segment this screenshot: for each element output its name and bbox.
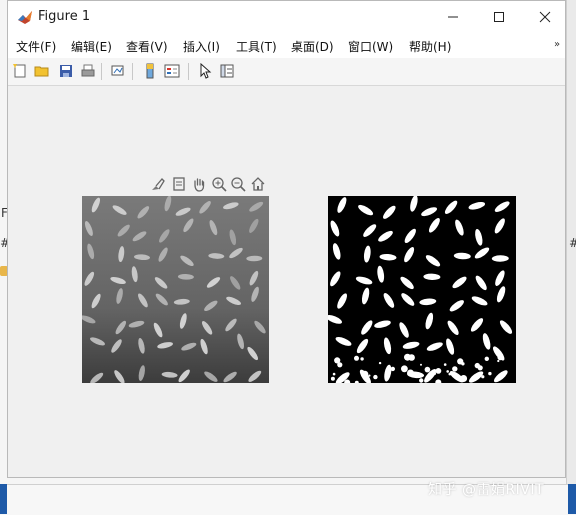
background-taskbar-edge	[568, 484, 576, 514]
data-tips-icon[interactable]	[171, 176, 187, 192]
noise-blob	[334, 357, 341, 364]
noise-blob	[461, 362, 465, 366]
menu-view[interactable]: 查看(V)	[126, 38, 168, 55]
noise-blob	[360, 357, 364, 361]
noise-blob	[497, 354, 503, 361]
maximize-button[interactable]	[476, 1, 522, 32]
minimize-button[interactable]	[430, 1, 476, 32]
menu-tools[interactable]: 工具(T)	[236, 38, 277, 55]
noise-blob	[407, 369, 414, 377]
print-icon[interactable]	[80, 63, 96, 79]
noise-blob	[474, 362, 480, 369]
menu-edit[interactable]: 编辑(E)	[71, 38, 112, 55]
chevron-double-icon[interactable]: »	[554, 39, 560, 50]
close-icon	[539, 11, 551, 22]
noise-blob	[435, 368, 442, 374]
menu-window[interactable]: 窗口(W)	[348, 38, 393, 55]
background-right-strip	[566, 0, 576, 514]
open-icon[interactable]	[34, 63, 50, 79]
maximize-icon	[494, 11, 504, 22]
noise-blob	[443, 363, 447, 366]
colorbar-icon[interactable]	[142, 63, 158, 79]
figure-toolbar	[8, 58, 565, 86]
noise-blob	[390, 366, 395, 372]
minimize-icon	[448, 16, 458, 17]
menu-file[interactable]: 文件(F)	[16, 38, 56, 55]
noise-blob	[488, 371, 492, 376]
binary-rice-image	[328, 196, 516, 383]
noise-blob	[481, 375, 485, 379]
noise-blob	[448, 372, 452, 376]
noise-blob	[484, 356, 489, 361]
noise-blob	[474, 375, 478, 379]
figure-canvas	[8, 86, 565, 477]
noise-blob	[378, 361, 382, 365]
noise-blob	[433, 372, 437, 375]
menu-bar: 文件(F) 编辑(E) 查看(V) 插入(I) 工具(T) 桌面(D) 窗口(W…	[8, 32, 565, 58]
background-taskbar-edge	[0, 484, 7, 514]
link-plot-icon[interactable]	[110, 63, 126, 79]
noise-blob	[332, 372, 336, 376]
pointer-icon[interactable]	[197, 63, 213, 79]
zoom-in-icon[interactable]	[211, 176, 227, 192]
menu-help[interactable]: 帮助(H)	[409, 38, 451, 55]
noise-blob	[408, 354, 415, 361]
noise-blob	[497, 359, 500, 363]
toolbar-separator	[101, 63, 102, 80]
property-editor-icon[interactable]	[219, 63, 235, 79]
noise-blob	[330, 376, 335, 381]
noise-blob	[361, 370, 369, 378]
title-bar[interactable]: Figure 1	[8, 1, 565, 32]
toolbar-separator	[132, 63, 133, 80]
brush-icon[interactable]	[150, 176, 166, 192]
noise-blob	[420, 363, 422, 366]
menu-desktop[interactable]: 桌面(D)	[291, 38, 334, 55]
legend-icon[interactable]	[164, 63, 180, 79]
figure-window: Figure 1 文件(F) 编辑(E) 查看(V) 插入(I) 工具(T) 桌…	[7, 0, 566, 478]
noise-blob	[424, 366, 431, 373]
new-figure-icon[interactable]	[12, 63, 28, 79]
noise-blob	[446, 370, 449, 373]
close-button[interactable]	[522, 1, 568, 32]
noise-blob	[401, 365, 408, 373]
noise-blob	[419, 378, 424, 383]
grayscale-rice-image	[82, 196, 269, 383]
watermark-text: 知乎 @雷娟RIVIT	[428, 482, 545, 498]
noise-blob	[460, 375, 468, 382]
toolbar-separator	[188, 63, 189, 80]
pan-icon[interactable]	[191, 176, 207, 192]
window-title: Figure 1	[38, 9, 91, 24]
noise-blob	[368, 374, 371, 377]
zoom-out-icon[interactable]	[230, 176, 246, 192]
menu-insert[interactable]: 插入(I)	[183, 38, 220, 55]
home-icon[interactable]	[250, 176, 266, 192]
background-partial-text: #	[569, 236, 576, 250]
matlab-icon	[18, 11, 32, 24]
noise-blob	[354, 355, 359, 361]
noise-blob	[452, 366, 458, 372]
noise-blob	[373, 374, 378, 380]
save-icon[interactable]	[58, 63, 74, 79]
